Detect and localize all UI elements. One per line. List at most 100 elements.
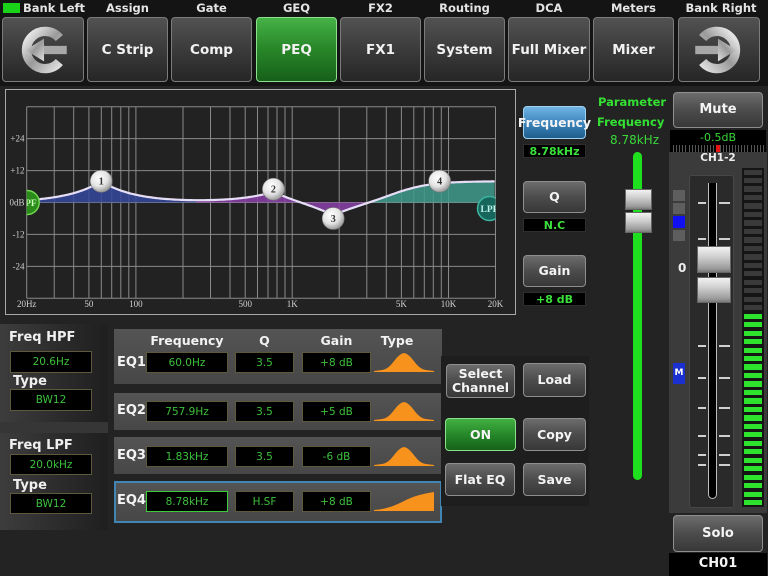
band-node-3[interactable]: 3 [321, 207, 345, 230]
y-tick-label: +12 [10, 166, 24, 176]
eq-row-label: EQ2 [117, 403, 146, 418]
save-button[interactable]: Save [523, 463, 586, 496]
hpf-freq-label: Freq HPF [9, 330, 76, 345]
meter-segment [744, 279, 762, 285]
gain-marker[interactable] [715, 145, 720, 152]
x-tick-label: 10K [441, 299, 457, 309]
frequency-parameter-button[interactable]: Frequency [518, 106, 591, 139]
ruler-tick [747, 145, 749, 152]
band-node-1[interactable]: 1 [89, 169, 113, 193]
lpf-freq-label: Freq LPF [9, 438, 73, 453]
gain-ruler[interactable] [673, 145, 764, 152]
fader-scale-tick [698, 202, 706, 204]
frequency-value: 8.78kHz [523, 144, 586, 158]
parameter-value: 8.78kHz [610, 133, 659, 147]
mute-badge: M [673, 363, 685, 384]
x-tick-labels: 20Hz 50 100 500 1K 5K 10K 20K [17, 299, 504, 309]
band-node-number: 1 [99, 177, 104, 188]
lpf-type-field[interactable]: BW12 [10, 493, 92, 514]
ruler-tick [688, 145, 690, 152]
meter-segment-lit [744, 347, 762, 353]
eq-row-label: EQ1 [117, 355, 146, 370]
parameter-slider-knob[interactable] [625, 189, 652, 233]
ruler-tick [759, 145, 761, 152]
eq2-q-field[interactable]: 3.5 [235, 401, 294, 422]
ruler-tick [682, 145, 684, 152]
meter-segment-lit [744, 372, 762, 379]
bell-filter-icon[interactable] [374, 400, 434, 422]
eq1-gain-field[interactable]: +8 dB [302, 352, 371, 373]
eq4-q-field[interactable]: H.SF [235, 491, 294, 512]
gain-parameter-button[interactable]: Gain [523, 255, 586, 287]
eq3-frequency-field[interactable]: 1.83kHz [146, 446, 228, 467]
strip-indicator [673, 190, 685, 201]
meter-segment [744, 203, 762, 209]
hpf-type-field[interactable]: BW12 [10, 389, 92, 411]
ruler-tick [697, 145, 699, 152]
eq3-q-field[interactable]: 3.5 [235, 446, 294, 467]
channel-name[interactable]: CH01 [669, 556, 767, 571]
nav-button-full-mixer[interactable]: Full Mixer [508, 17, 590, 82]
eq2-frequency-field[interactable]: 757.9Hz [146, 401, 228, 422]
eq2-gain-field[interactable]: +5 dB [302, 401, 371, 422]
meter-segment-lit [744, 313, 762, 319]
lpf-freq-field[interactable]: 20.0kHz [10, 454, 92, 475]
band-node-4[interactable]: 4 [428, 169, 451, 193]
ruler-tick [753, 145, 755, 152]
ruler-tick [713, 145, 715, 152]
bell-filter-icon[interactable] [374, 445, 434, 467]
flat-eq-button[interactable]: Flat EQ [445, 463, 515, 496]
knob-lower [625, 212, 652, 233]
meter-segment-lit [744, 339, 762, 345]
high-shelf-filter-icon[interactable] [374, 490, 434, 512]
load-button[interactable]: Load [523, 363, 586, 397]
filter-shape [374, 447, 434, 466]
meter-segment [744, 211, 762, 218]
gain-value: -0.5dB [700, 131, 736, 144]
fader-scale-tick [719, 377, 730, 379]
ruler-tick [725, 145, 727, 152]
eq1-q-field[interactable]: 3.5 [235, 352, 294, 373]
strip-name: CH1-2 [700, 152, 736, 164]
meter-segment [744, 288, 762, 294]
ruler-tick [679, 145, 681, 152]
hpf-freq-field[interactable]: 20.6Hz [10, 351, 92, 373]
fader-groove [708, 183, 717, 499]
meter-segment-lit [744, 500, 762, 506]
bank-right-button[interactable] [678, 17, 760, 82]
ruler-tick [691, 145, 693, 152]
fader-scale-tick [719, 238, 730, 240]
meter-segment-lit [744, 398, 762, 404]
meter-segment-lit [744, 406, 762, 413]
eq-response-chart[interactable]: HPFLPF 1234 +24+120dB-12-24 20Hz 50 100 500… [0, 0, 520, 320]
bell-filter-icon[interactable] [374, 351, 434, 373]
fader-scale-tick [719, 407, 730, 409]
eq4-gain-field[interactable]: +8 dB [302, 491, 371, 512]
nav-button-mixer[interactable]: Mixer [593, 17, 674, 82]
ruler-tick [700, 145, 702, 152]
ruler-tick [694, 145, 696, 152]
y-tick-label: -12 [13, 229, 25, 239]
fader-scale-tick [719, 345, 730, 347]
lpf-marker[interactable]: LPF [476, 195, 502, 222]
band-node-number: 4 [437, 177, 442, 188]
eq1-frequency-field[interactable]: 60.0Hz [146, 352, 228, 373]
meter-segment [744, 186, 762, 192]
select-channel-button[interactable]: Select Channel [446, 364, 515, 398]
eq3-gain-field[interactable]: -6 dB [302, 446, 371, 467]
copy-button[interactable]: Copy [523, 418, 586, 451]
band-node-2[interactable]: 2 [262, 177, 285, 201]
q-parameter-button[interactable]: Q [523, 181, 586, 213]
knob-upper [625, 189, 652, 210]
ruler-tick [728, 145, 730, 152]
fader-scale-tick [698, 454, 706, 456]
channel-fader-knob[interactable] [697, 246, 731, 303]
eq4-frequency-field[interactable]: 8.78kHz [146, 491, 228, 512]
fader-scale-tick [719, 202, 730, 204]
nav-alt-label-bank-right: Bank Right [685, 1, 757, 15]
meter-segment-lit [744, 449, 762, 455]
mute-button[interactable]: Mute [673, 92, 763, 128]
meter-segment [744, 237, 762, 243]
eq-on-button[interactable]: ON [445, 418, 516, 451]
solo-button[interactable]: Solo [673, 515, 763, 552]
